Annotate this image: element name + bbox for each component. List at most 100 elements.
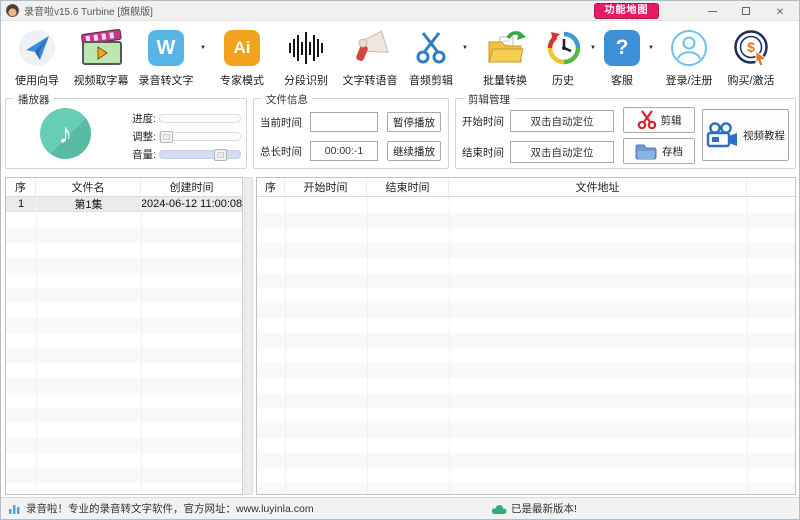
file-table-scrollbar[interactable] bbox=[244, 177, 253, 495]
file-table-row-selected[interactable]: 1 第1集 2024-06-12 11:00:08 bbox=[6, 197, 242, 212]
total-time-row: 总长时间 继续播放 bbox=[260, 141, 441, 161]
volume-label: 音量: bbox=[110, 147, 156, 162]
toolbar-item-video-subtitle[interactable]: 视频取字幕 bbox=[67, 25, 135, 88]
clip-table-body[interactable] bbox=[257, 198, 795, 494]
volume-row: 音量: bbox=[110, 147, 241, 162]
title-bar: 录音啦v15.6 Turbine [旗舰版] 功能地图 bbox=[1, 1, 799, 21]
feature-map-button[interactable]: 功能地图 bbox=[594, 3, 659, 19]
continue-playback-button[interactable]: 继续播放 bbox=[387, 141, 441, 161]
app-logo-icon bbox=[6, 4, 19, 17]
chevron-down-icon[interactable] bbox=[197, 25, 209, 71]
scissors-red-icon bbox=[637, 110, 657, 130]
total-time-label: 总长时间 bbox=[260, 144, 310, 159]
clip-table-header: 序 开始时间 结束时间 文件地址 bbox=[257, 178, 795, 197]
status-bar: 录音啦！专业的录音转文字软件，官方网址：www.luyinla.com 已是最新… bbox=[1, 497, 799, 519]
column-divider bbox=[449, 197, 450, 494]
archive-button[interactable]: 存档 bbox=[623, 138, 695, 164]
adjust-label: 调整: bbox=[110, 129, 156, 144]
toolbar-item-expert-mode[interactable]: Ai 专家模式 bbox=[209, 25, 275, 88]
user-outline-icon bbox=[670, 25, 708, 71]
toolbar-item-label: 分段识别 bbox=[284, 72, 328, 88]
chevron-down-icon[interactable] bbox=[645, 25, 657, 71]
maximize-icon bbox=[742, 7, 750, 15]
adjust-row: 调整: bbox=[110, 129, 241, 144]
start-time-input[interactable] bbox=[510, 110, 614, 132]
toolbar-item-login[interactable]: 登录/注册 bbox=[657, 25, 721, 88]
column-header-file-path[interactable]: 文件地址 bbox=[449, 178, 747, 196]
volume-slider[interactable] bbox=[159, 150, 241, 159]
minimize-icon bbox=[708, 11, 717, 12]
clip-list-table: 序 开始时间 结束时间 文件地址 bbox=[256, 177, 796, 495]
toolbar-item-label: 客服 bbox=[611, 72, 633, 88]
ai-badge-icon: Ai bbox=[224, 25, 260, 71]
toolbar-item-text-to-speech[interactable]: 文字转语音 bbox=[337, 25, 403, 88]
question-badge-icon: ? bbox=[604, 25, 640, 71]
file-table-body[interactable] bbox=[6, 213, 242, 494]
chevron-down-icon[interactable] bbox=[459, 25, 471, 71]
close-button[interactable] bbox=[763, 1, 797, 21]
megaphone-icon bbox=[350, 25, 390, 71]
file-list-table: 序 文件名 创建时间 1 第1集 2024-06-12 11:00:08 bbox=[5, 177, 243, 495]
column-divider bbox=[141, 197, 142, 494]
minimize-button[interactable] bbox=[695, 1, 729, 21]
folder-convert-icon bbox=[484, 25, 526, 71]
app-window: 录音啦v15.6 Turbine [旗舰版] 功能地图 使用向导 bbox=[0, 0, 800, 520]
video-tutorial-label: 视频教程 bbox=[743, 128, 785, 143]
chevron-down-icon[interactable] bbox=[587, 25, 599, 71]
progress-label: 进度: bbox=[110, 111, 156, 126]
file-table-header: 序 文件名 创建时间 bbox=[6, 178, 242, 197]
end-time-input[interactable] bbox=[510, 141, 614, 163]
pause-playback-button[interactable]: 暂停播放 bbox=[387, 112, 441, 132]
scissors-blue-icon bbox=[413, 25, 449, 71]
volume-slider-handle[interactable] bbox=[214, 149, 227, 161]
toolbar-item-audio-clip[interactable]: 音频剪辑 bbox=[403, 25, 459, 88]
end-time-label: 结束时间 bbox=[462, 145, 510, 160]
toolbar-item-label: 文字转语音 bbox=[343, 72, 398, 88]
column-header-blank bbox=[747, 178, 795, 196]
progress-slider[interactable] bbox=[159, 114, 241, 123]
column-header-created[interactable]: 创建时间 bbox=[141, 178, 242, 196]
toolbar-item-purchase[interactable]: $ 购买/激活 bbox=[721, 25, 781, 88]
column-header-start-time[interactable]: 开始时间 bbox=[285, 178, 367, 196]
toolbar-item-label: 批量转换 bbox=[483, 72, 527, 88]
window-title: 录音啦v15.6 Turbine [旗舰版] bbox=[24, 3, 153, 18]
current-time-input[interactable] bbox=[310, 112, 378, 132]
video-tutorial-button[interactable]: 视频教程 bbox=[702, 109, 789, 161]
toolbar-item-history[interactable]: 历史 bbox=[539, 25, 587, 88]
column-header-index[interactable]: 序 bbox=[257, 178, 285, 196]
toolbar-item-guide[interactable]: 使用向导 bbox=[7, 25, 67, 88]
audio-bars-icon bbox=[8, 503, 21, 514]
column-header-end-time[interactable]: 结束时间 bbox=[367, 178, 449, 196]
toolbar-item-batch-convert[interactable]: 批量转换 bbox=[471, 25, 539, 88]
window-controls bbox=[695, 1, 797, 21]
toolbar-item-label: 购买/激活 bbox=[727, 72, 774, 88]
status-right-text: 已是最新版本! bbox=[511, 501, 577, 516]
player-panel-title: 播放器 bbox=[14, 92, 54, 107]
cut-button[interactable]: 剪辑 bbox=[623, 107, 695, 133]
maximize-button[interactable] bbox=[729, 1, 763, 21]
waveform-icon bbox=[289, 25, 323, 71]
toolbar-item-support[interactable]: ? 客服 bbox=[599, 25, 645, 88]
archive-button-label: 存档 bbox=[662, 144, 683, 159]
column-header-index[interactable]: 序 bbox=[6, 178, 36, 196]
end-time-row: 结束时间 存档 bbox=[462, 140, 695, 164]
toolbar-item-label: 专家模式 bbox=[220, 72, 264, 88]
current-time-label: 当前时间 bbox=[260, 115, 310, 130]
total-time-input[interactable] bbox=[310, 141, 378, 161]
folder-blue-icon bbox=[635, 143, 657, 160]
player-panel: 播放器 进度: 调整: 音量: bbox=[5, 98, 247, 169]
status-left-text: 录音啦！专业的录音转文字软件，官方网址：www.luyinla.com bbox=[26, 501, 314, 516]
status-update: 已是最新版本! bbox=[491, 501, 577, 516]
cell-filename: 第1集 bbox=[36, 197, 141, 211]
current-time-row: 当前时间 暂停播放 bbox=[260, 112, 441, 132]
toolbar-item-label: 音频剪辑 bbox=[409, 72, 453, 88]
adjust-slider-handle[interactable] bbox=[160, 131, 173, 143]
column-header-filename[interactable]: 文件名 bbox=[36, 178, 141, 196]
guide-arrow-icon bbox=[18, 25, 56, 71]
toolbar: 使用向导 视频取字幕 W 录音转文字 Ai 专家模式 bbox=[1, 22, 799, 93]
toolbar-item-segment-recognition[interactable]: 分段识别 bbox=[275, 25, 337, 88]
progress-row: 进度: bbox=[110, 111, 241, 126]
adjust-slider[interactable] bbox=[159, 132, 241, 141]
cell-index: 1 bbox=[6, 197, 36, 211]
toolbar-item-transcribe[interactable]: W 录音转文字 bbox=[135, 25, 197, 88]
